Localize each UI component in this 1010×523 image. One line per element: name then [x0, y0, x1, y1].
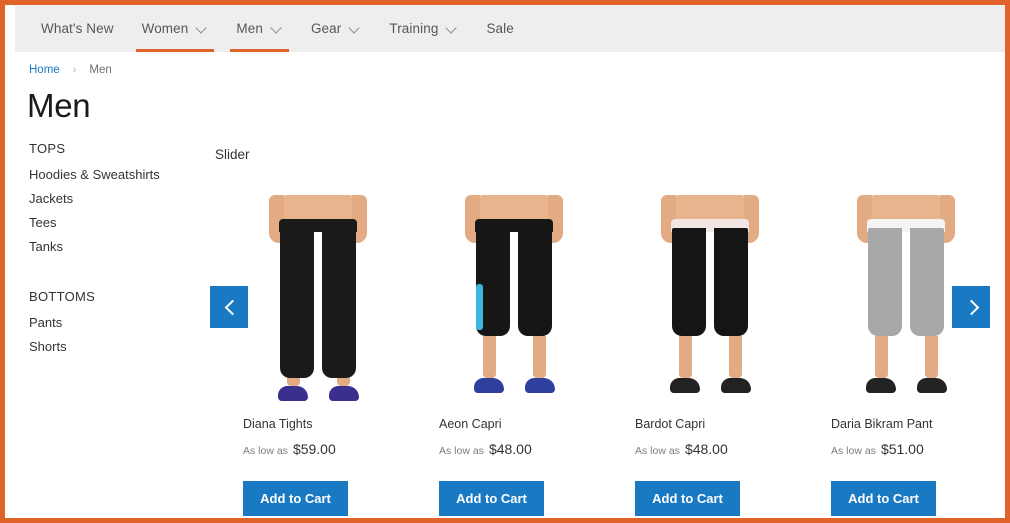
product-card: Aeon Capri As low as $48.00 Add to Cart: [401, 195, 599, 516]
product-price: As low as $59.00: [243, 441, 401, 457]
product-price: As low as $48.00: [635, 441, 793, 457]
price-value: $48.00: [488, 441, 532, 457]
product-card: Daria Bikram Pant As low as $51.00 Add to C…: [793, 195, 991, 516]
nav-item-label: Women: [141, 21, 189, 36]
product-photo-illustration: [625, 195, 795, 403]
product-slider: Diana Tights As low as $59.00 Add to Cart Ae…: [205, 195, 995, 516]
sidebar-item-jackets[interactable]: Jackets: [29, 187, 199, 211]
price-value: $51.00: [880, 441, 924, 457]
price-prefix-label: As low as: [243, 445, 288, 457]
product-photo-illustration: [233, 195, 403, 403]
slider-next-button[interactable]: [952, 286, 990, 328]
price-prefix-label: As low as: [439, 445, 484, 457]
sidebar-group-title-bottoms: BOTTOMS: [29, 289, 96, 304]
add-to-cart-button[interactable]: Add to Cart: [635, 481, 740, 516]
nav-item-training[interactable]: Training: [375, 5, 472, 52]
chevron-down-icon: [447, 23, 458, 34]
product-card: Bardot Capri As low as $48.00 Add to Cart: [597, 195, 795, 516]
product-image[interactable]: [233, 195, 403, 403]
product-photo-illustration: [429, 195, 599, 403]
sidebar-group-title-tops: TOPS: [29, 141, 66, 156]
page-title: Men: [27, 87, 91, 124]
breadcrumb-current: Men: [89, 64, 112, 76]
product-name[interactable]: Daria Bikram Pant: [831, 417, 989, 431]
main-navigation: What's New Women Men Gear Training Sale: [15, 5, 1005, 52]
product-list: Diana Tights As low as $59.00 Add to Cart Ae…: [205, 195, 995, 516]
product-name[interactable]: Bardot Capri: [635, 417, 793, 431]
category-sidebar: TOPS Hoodies & Sweatshirts Jackets Tees Tank…: [29, 141, 199, 359]
sidebar-item-pants[interactable]: Pants: [29, 311, 199, 335]
page-content: What's New Women Men Gear Training Sale Home …: [5, 5, 1005, 518]
nav-item-gear[interactable]: Gear: [297, 5, 375, 52]
breadcrumb-home-link[interactable]: Home: [29, 64, 60, 76]
nav-item-women[interactable]: Women: [128, 5, 223, 52]
nav-item-label: What's New: [41, 21, 114, 36]
chevron-down-icon: [197, 23, 208, 34]
product-card: Diana Tights As low as $59.00 Add to Cart: [205, 195, 403, 516]
sidebar-item-tanks[interactable]: Tanks: [29, 235, 199, 259]
add-to-cart-button[interactable]: Add to Cart: [243, 481, 348, 516]
breadcrumb-separator-icon: ›: [72, 64, 77, 76]
chevron-left-icon: [224, 302, 235, 313]
sidebar-item-shorts[interactable]: Shorts: [29, 335, 199, 359]
nav-item-label: Men: [236, 21, 263, 36]
nav-item-men[interactable]: Men: [222, 5, 297, 52]
nav-item-label: Gear: [310, 21, 342, 36]
product-image[interactable]: [429, 195, 599, 403]
nav-item-what-s-new[interactable]: What's New: [27, 5, 128, 52]
nav-item-sale[interactable]: Sale: [472, 5, 527, 52]
sidebar-group-spacer: [29, 259, 199, 289]
add-to-cart-button[interactable]: Add to Cart: [439, 481, 544, 516]
chevron-down-icon: [272, 23, 283, 34]
sidebar-item-tees[interactable]: Tees: [29, 211, 199, 235]
price-value: $48.00: [684, 441, 728, 457]
product-name[interactable]: Diana Tights: [243, 417, 401, 431]
nav-item-label: Sale: [486, 21, 514, 36]
price-value: $59.00: [292, 441, 336, 457]
browser-page-frame: What's New Women Men Gear Training Sale Home …: [0, 0, 1010, 523]
slider-prev-button[interactable]: [210, 286, 248, 328]
sidebar-item-hoodies-sweatshirts[interactable]: Hoodies & Sweatshirts: [29, 163, 199, 187]
chevron-down-icon: [350, 23, 361, 34]
add-to-cart-button[interactable]: Add to Cart: [831, 481, 936, 516]
nav-item-label: Training: [389, 21, 439, 36]
product-price: As low as $51.00: [831, 441, 989, 457]
price-prefix-label: As low as: [831, 445, 876, 457]
slider-heading: Slider: [215, 147, 250, 162]
chevron-right-icon: [966, 302, 977, 313]
product-name[interactable]: Aeon Capri: [439, 417, 597, 431]
price-prefix-label: As low as: [635, 445, 680, 457]
product-image[interactable]: [625, 195, 795, 403]
product-price: As low as $48.00: [439, 441, 597, 457]
breadcrumb: Home › Men: [29, 64, 112, 76]
